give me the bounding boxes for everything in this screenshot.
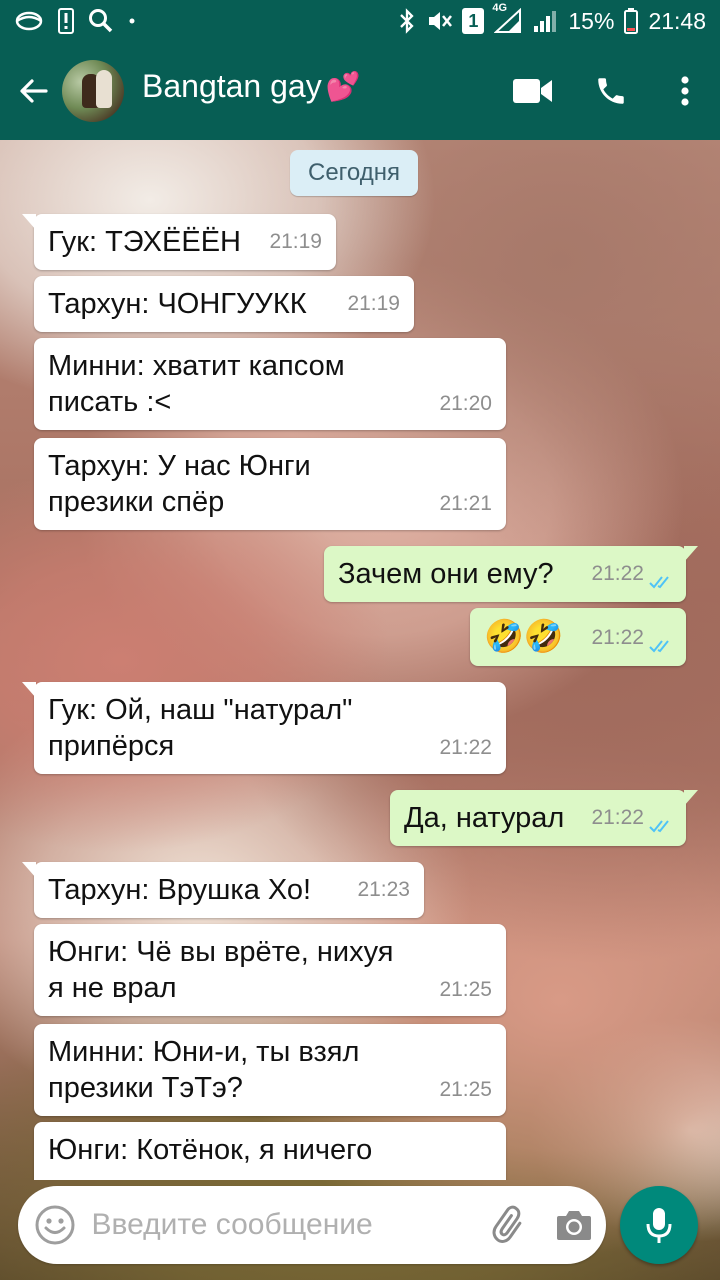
message-time: 21:20: [439, 392, 492, 415]
message-time: 21:23: [357, 878, 410, 901]
camera-icon: [556, 1211, 591, 1240]
message-text: 🤣🤣: [484, 617, 564, 655]
message-bubble-incoming[interactable]: Тархун: Врушка Хо! 21:23: [22, 862, 424, 918]
message-text: Юнги: Чё вы врёте, нихуя я не врал: [48, 936, 394, 1004]
bluetooth-icon: [398, 8, 416, 34]
message-bubble-incoming[interactable]: Минни: Юни-и, ты взял презики ТэТэ? 21:2…: [34, 1024, 506, 1116]
message-text: Гук: Ой, наш "натурал" припёрся: [48, 694, 353, 762]
message-text: Тархун: ЧОНГУУКК: [48, 288, 307, 320]
heart-emoji-icon: 💕: [325, 70, 361, 102]
message-time: 21:19: [269, 230, 322, 253]
signal-icon: [532, 8, 558, 34]
phone-icon: [598, 78, 624, 104]
message-bubble-incoming[interactable]: Юнги: Котёнок, я ничего: [34, 1122, 506, 1180]
sim-badge: 1: [462, 8, 485, 34]
message-bubble-incoming[interactable]: Юнги: Чё вы врёте, нихуя я не врал 21:25: [34, 924, 506, 1016]
back-arrow-icon: [20, 79, 48, 103]
emoji-button[interactable]: [18, 1186, 91, 1264]
battery-icon: [624, 8, 639, 34]
status-time: 21:48: [648, 7, 706, 34]
message-time: 21:22: [439, 736, 492, 759]
message-text: Юнги: Котёнок, я ничего: [48, 1134, 373, 1166]
battery-percent: 15%: [568, 7, 615, 34]
message-bubble-incoming[interactable]: Гук: ТЭХЁЁЁН 21:19: [22, 214, 336, 270]
video-call-button[interactable]: [494, 42, 572, 140]
read-ticks-icon: [649, 640, 669, 653]
message-bubble-incoming[interactable]: Тархун: У нас Юнги презики спёр 21:21: [34, 438, 506, 530]
emoji-icon: [35, 1205, 75, 1245]
mic-icon: [646, 1208, 672, 1243]
message-bubble-outgoing[interactable]: Зачем они ему? 21:22: [324, 546, 698, 602]
network-type-label: 4G: [492, 2, 508, 14]
read-ticks-icon: [649, 820, 669, 833]
mute-icon: [426, 8, 453, 34]
camera-button[interactable]: [542, 1186, 606, 1264]
attach-button[interactable]: [477, 1186, 541, 1264]
more-options-button[interactable]: [650, 42, 720, 140]
message-input[interactable]: [91, 1208, 478, 1242]
message-text: Да, натурал: [404, 802, 565, 834]
message-bubble-outgoing[interactable]: 🤣🤣 21:22: [470, 608, 686, 666]
message-time: 21:19: [347, 292, 400, 315]
chat-title[interactable]: Bangtan gay 💕: [142, 68, 494, 105]
message-bubble-outgoing[interactable]: Да, натурал 21:22: [390, 790, 698, 846]
message-bubble-incoming[interactable]: Минни: хватит капсом писать :< 21:20: [34, 338, 506, 430]
message-text: Гук: ТЭХЁЁЁН: [48, 226, 241, 258]
alert-icon: [58, 8, 74, 34]
voice-record-button[interactable]: [620, 1186, 698, 1264]
message-text: Тархун: У нас Юнги презики спёр: [48, 450, 311, 518]
message-time: 21:25: [439, 1078, 492, 1101]
avatar[interactable]: [62, 60, 124, 122]
signal-4g-icon: 4G: [492, 2, 522, 34]
message-time: 21:22: [591, 626, 644, 649]
more-vert-icon: [681, 76, 689, 106]
message-time: 21:25: [439, 978, 492, 1001]
voice-call-button[interactable]: [572, 42, 650, 140]
video-call-icon: [513, 79, 552, 103]
back-button[interactable]: [4, 42, 62, 140]
search-status-icon: [88, 8, 114, 34]
read-ticks-icon: [649, 576, 669, 589]
message-bubble-incoming[interactable]: Гук: Ой, наш "натурал" припёрся 21:22: [22, 682, 506, 774]
date-chip: Сегодня: [290, 150, 418, 196]
message-composer: [18, 1186, 606, 1264]
dot-icon: [128, 17, 136, 25]
cast-icon: [14, 9, 44, 33]
attach-icon: [492, 1205, 521, 1243]
message-bubble-incoming[interactable]: Тархун: ЧОНГУУКК 21:19: [34, 276, 414, 332]
message-text: Минни: хватит капсом писать :<: [48, 350, 345, 418]
message-list[interactable]: Сегодня Гук: ТЭХЁЁЁН 21:19 Тархун: ЧОНГУ…: [0, 140, 720, 1180]
chat-name: Bangtan gay: [142, 67, 322, 104]
message-time: 21:22: [591, 806, 644, 829]
message-time: 21:21: [439, 492, 492, 515]
message-text: Тархун: Врушка Хо!: [48, 874, 312, 906]
message-text: Минни: Юни-и, ты взял презики ТэТэ?: [48, 1036, 360, 1104]
status-bar: 1 4G 15% 21:48: [0, 0, 720, 42]
message-time: 21:22: [591, 562, 644, 585]
chat-header: Bangtan gay 💕: [0, 42, 720, 140]
message-text: Зачем они ему?: [338, 558, 554, 590]
